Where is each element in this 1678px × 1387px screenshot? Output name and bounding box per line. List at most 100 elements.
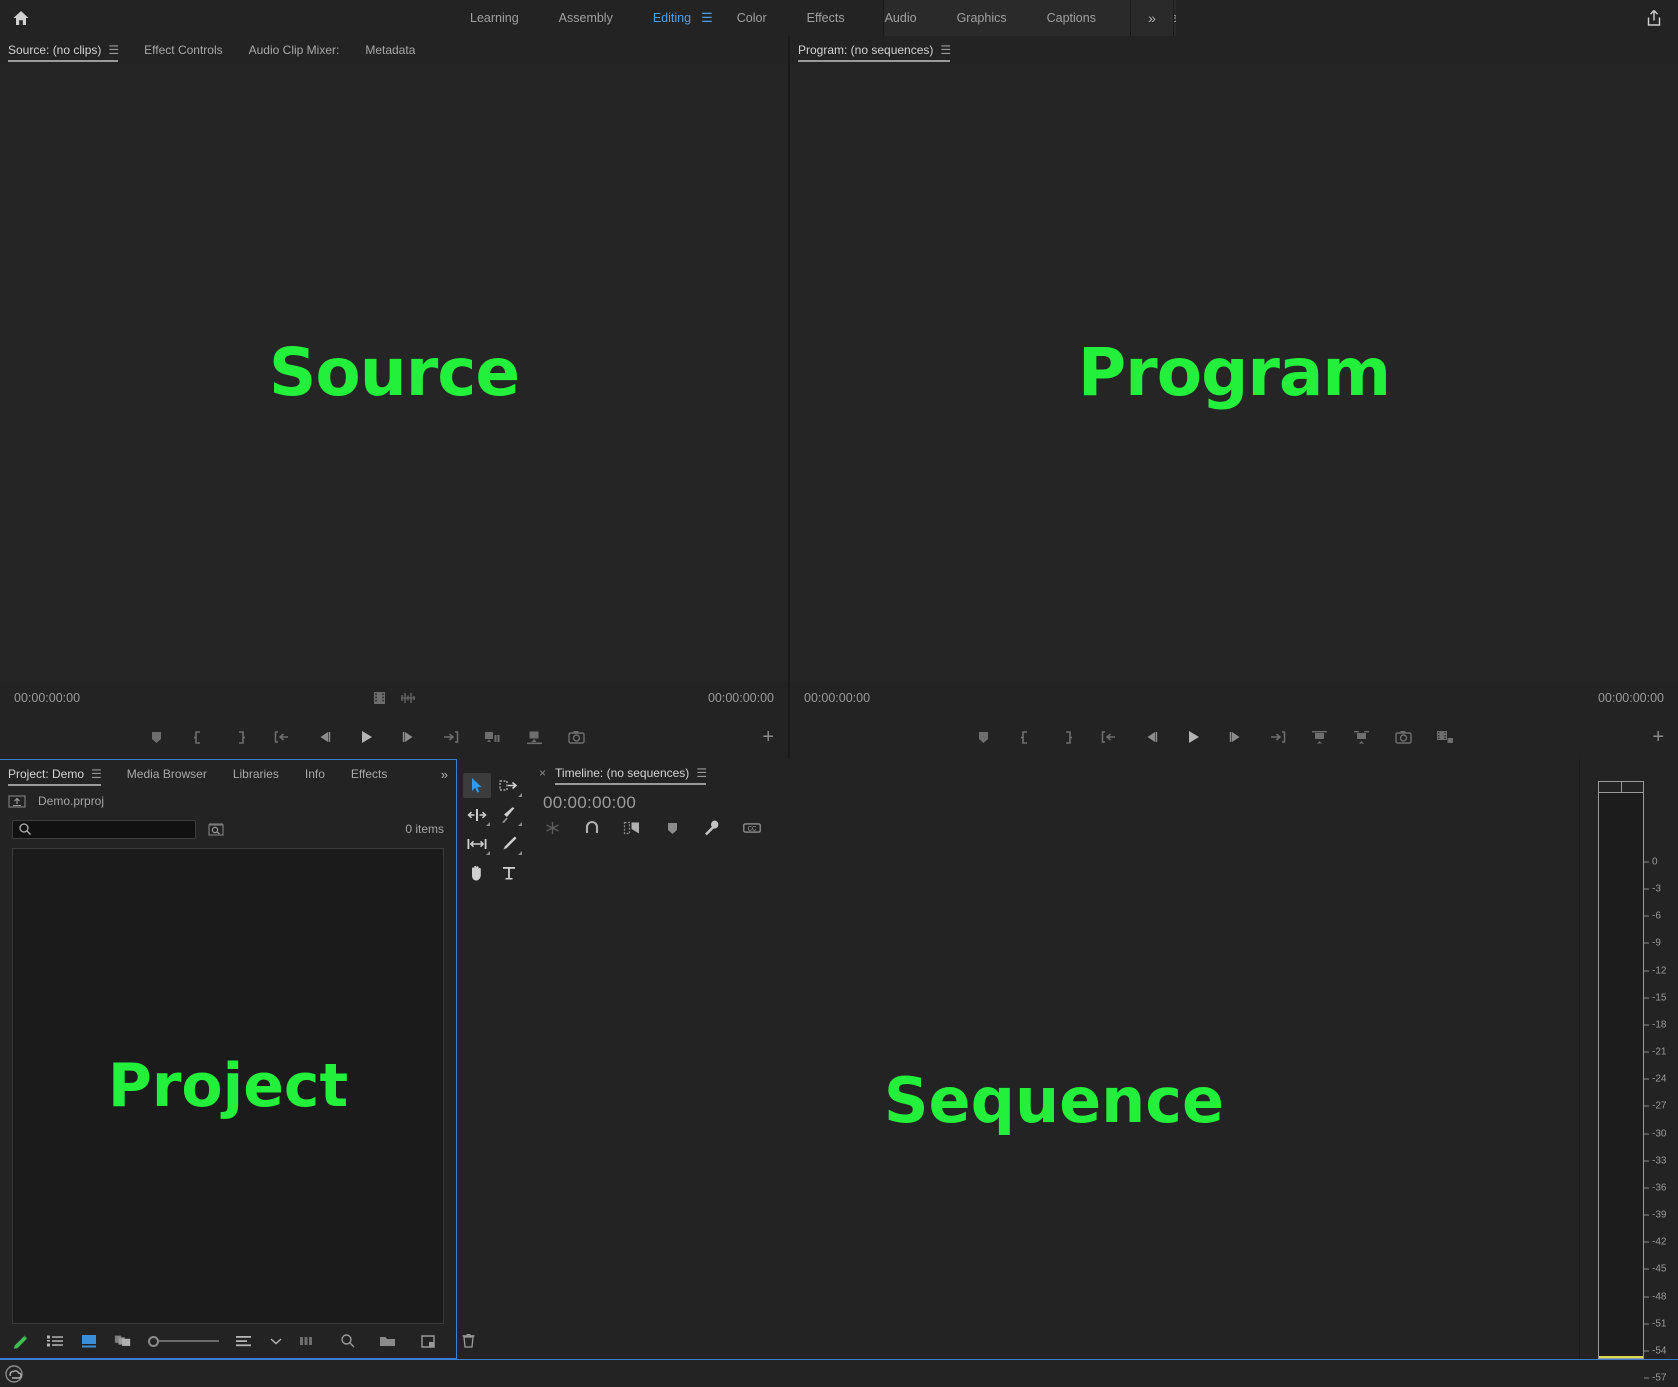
timeline-playhead-timecode[interactable]: 00:00:00:00 <box>543 793 1579 813</box>
slip-tool[interactable] <box>463 831 491 856</box>
breadcrumb-project-name[interactable]: Demo.prproj <box>38 794 104 808</box>
tab-metadata[interactable]: Metadata <box>365 36 415 64</box>
workspace-tab-editing[interactable]: Editing <box>633 0 697 36</box>
search-box[interactable] <box>12 819 196 839</box>
tab-media-browser[interactable]: Media Browser <box>127 760 207 788</box>
new-item-icon[interactable] <box>419 1332 437 1350</box>
mark-in-icon[interactable] <box>1016 728 1034 746</box>
source-button-editor-plus[interactable]: + <box>762 727 774 747</box>
project-tabs-overflow-button[interactable]: » <box>441 767 448 782</box>
program-monitor-canvas[interactable]: Program <box>790 64 1678 681</box>
overwrite-icon[interactable] <box>526 728 544 746</box>
slider-knob[interactable] <box>148 1335 159 1347</box>
selection-tool[interactable] <box>463 773 491 798</box>
lift-icon[interactable] <box>1310 728 1328 746</box>
delete-icon[interactable] <box>459 1332 477 1350</box>
source-monitor-canvas[interactable]: Source <box>0 64 788 681</box>
comparison-view-icon[interactable] <box>1436 728 1454 746</box>
thumbnail-size-slider[interactable] <box>148 1335 219 1347</box>
audio-meter[interactable]: 0 -3 -6 -9 -12 -15 -18 -21 -24 -27 -30 -33 -36 -39 -42… <box>1580 781 1678 1384</box>
add-marker-icon[interactable] <box>974 728 992 746</box>
tab-source[interactable]: Source: (no clips) ☰ <box>8 36 119 64</box>
mark-in-icon[interactable] <box>190 728 208 746</box>
tab-audio-clip-mixer[interactable]: Audio Clip Mixer: <box>249 36 340 64</box>
program-current-timecode[interactable]: 00:00:00:00 <box>804 691 870 705</box>
mark-out-icon[interactable] <box>1058 728 1076 746</box>
close-icon[interactable]: × <box>539 766 546 780</box>
export-frame-icon[interactable] <box>568 728 586 746</box>
project-bin-area[interactable]: Project <box>12 848 444 1324</box>
insert-overwrite-icon[interactable] <box>543 819 561 837</box>
ripple-edit-tool[interactable] <box>463 802 491 827</box>
snap-icon[interactable] <box>583 819 601 837</box>
list-view-icon[interactable] <box>46 1332 64 1350</box>
workspace-tab-audio[interactable]: Audio <box>865 0 937 36</box>
workspace-tab-learning[interactable]: Learning <box>450 0 539 36</box>
insert-icon[interactable] <box>484 728 502 746</box>
razor-tool[interactable] <box>495 802 523 827</box>
step-forward-icon[interactable] <box>1226 728 1244 746</box>
workspace-tab-graphics[interactable]: Graphics <box>937 0 1027 36</box>
search-input[interactable] <box>32 823 182 835</box>
export-frame-icon[interactable] <box>1394 728 1412 746</box>
program-button-editor-plus[interactable]: + <box>1652 727 1664 747</box>
step-back-icon[interactable] <box>1142 728 1160 746</box>
workspace-overflow-button[interactable]: » <box>1130 0 1174 36</box>
filmstrip-icon[interactable] <box>373 691 386 705</box>
go-to-in-icon[interactable] <box>274 728 292 746</box>
tab-effects[interactable]: Effects <box>351 760 387 788</box>
freeform-view-icon[interactable] <box>12 1332 30 1350</box>
track-select-forward-tool[interactable] <box>495 773 523 798</box>
automate-to-sequence-icon[interactable] <box>299 1332 317 1350</box>
tab-effect-controls[interactable]: Effect Controls <box>144 36 222 64</box>
panel-menu-icon[interactable]: ☰ <box>940 43 951 57</box>
find-icon[interactable] <box>339 1332 357 1350</box>
play-icon[interactable] <box>358 728 376 746</box>
step-forward-icon[interactable] <box>400 728 418 746</box>
parent-bin-icon[interactable] <box>8 794 28 809</box>
tab-timeline[interactable]: Timeline: (no sequences) ☰ <box>555 759 707 787</box>
captions-icon[interactable]: CC <box>743 819 761 837</box>
add-marker-icon[interactable] <box>663 819 681 837</box>
icon-view-icon[interactable] <box>80 1332 98 1350</box>
source-duration-timecode[interactable]: 00:00:00:00 <box>708 691 774 705</box>
tab-info[interactable]: Info <box>305 760 325 788</box>
panel-menu-icon[interactable]: ☰ <box>108 43 119 57</box>
home-icon[interactable] <box>10 7 32 29</box>
extract-icon[interactable] <box>1352 728 1370 746</box>
hand-tool[interactable] <box>463 860 491 885</box>
chevron-down-icon[interactable] <box>269 1332 283 1350</box>
add-marker-icon[interactable] <box>148 728 166 746</box>
go-to-out-icon[interactable] <box>442 728 460 746</box>
pen-tool[interactable] <box>495 831 523 856</box>
share-export-icon[interactable] <box>1644 8 1664 28</box>
go-to-out-icon[interactable] <box>1268 728 1286 746</box>
sort-icon[interactable] <box>235 1332 253 1350</box>
creative-cloud-icon[interactable] <box>4 1364 24 1384</box>
panel-menu-icon[interactable]: ☰ <box>696 766 707 780</box>
tab-program[interactable]: Program: (no sequences) ☰ <box>798 36 951 64</box>
program-duration-timecode[interactable]: 00:00:00:00 <box>1598 691 1664 705</box>
type-tool[interactable] <box>495 860 523 885</box>
thumbnail-stack-icon[interactable] <box>114 1332 132 1350</box>
new-bin-icon[interactable] <box>379 1332 397 1350</box>
mark-out-icon[interactable] <box>232 728 250 746</box>
tab-project-demo[interactable]: Project: Demo ☰ <box>8 760 102 788</box>
step-back-icon[interactable] <box>316 728 334 746</box>
audio-waveform-icon[interactable] <box>400 691 416 705</box>
workspace-tab-assembly[interactable]: Assembly <box>539 0 633 36</box>
tab-libraries[interactable]: Libraries <box>233 760 279 788</box>
source-current-timecode[interactable]: 00:00:00:00 <box>14 691 80 705</box>
workspace-menu-icon[interactable]: ☰ <box>697 10 717 26</box>
panel-menu-icon[interactable]: ☰ <box>91 767 102 781</box>
workspace-tab-color[interactable]: Color <box>717 0 787 36</box>
play-icon[interactable] <box>1184 728 1202 746</box>
slider-track[interactable] <box>159 1340 219 1342</box>
timeline-canvas[interactable]: Sequence <box>529 841 1579 1359</box>
workspace-tab-effects[interactable]: Effects <box>787 0 865 36</box>
timeline-settings-icon[interactable] <box>703 819 721 837</box>
linked-selection-icon[interactable] <box>623 819 641 837</box>
filter-bin-content-icon[interactable] <box>208 822 224 836</box>
go-to-in-icon[interactable] <box>1100 728 1118 746</box>
workspace-tab-captions[interactable]: Captions <box>1027 0 1116 36</box>
